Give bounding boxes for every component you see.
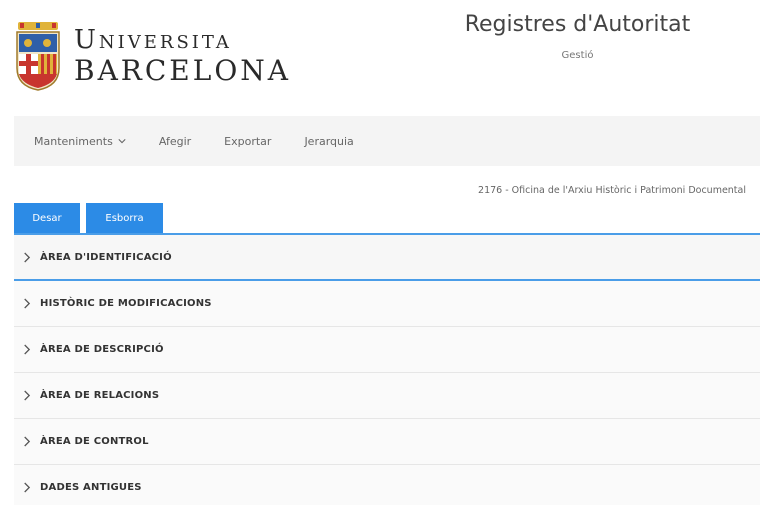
accordion-label: ÀREA DE CONTROL — [40, 436, 149, 447]
accordion-item-dades-antigues[interactable]: DADES ANTIGUES — [14, 465, 760, 505]
accordion-label: ÀREA D'IDENTIFICACIÓ — [40, 251, 172, 263]
accordion: ÀREA D'IDENTIFICACIÓ HISTÒRIC DE MODIFIC… — [14, 235, 760, 505]
header: Universita BARCELONA Registres d'Autorit… — [0, 0, 760, 112]
accordion-item-identificacio[interactable]: ÀREA D'IDENTIFICACIÓ — [14, 235, 760, 281]
chevron-right-icon — [24, 344, 31, 355]
app-title: Registres d'Autoritat — [464, 12, 691, 37]
nav-manteniments-label: Manteniments — [34, 134, 113, 148]
chevron-down-icon — [118, 139, 126, 144]
nav-afegir[interactable]: Afegir — [159, 135, 191, 148]
logo-line1: Universita — [74, 25, 232, 55]
accordion-label: DADES ANTIGUES — [40, 482, 142, 493]
logo-line2: BARCELONA — [74, 54, 292, 87]
logo-text: Universita BARCELONA — [74, 27, 291, 85]
accordion-label: HISTÒRIC DE MODIFICACIONS — [40, 298, 212, 309]
accordion-item-historic[interactable]: HISTÒRIC DE MODIFICACIONS — [14, 281, 760, 327]
chevron-right-icon — [24, 390, 31, 401]
nav-afegir-label: Afegir — [158, 134, 192, 148]
accordion-item-control[interactable]: ÀREA DE CONTROL — [14, 419, 760, 465]
record-label: 2176 - Oficina de l'Arxiu Històric i Pat… — [478, 185, 746, 196]
app-subtitle: Gestió — [561, 50, 594, 61]
accordion-label: ÀREA DE DESCRIPCIÓ — [40, 344, 164, 355]
chevron-right-icon — [24, 298, 31, 309]
nav-jerarquia-label: Jerarquia — [304, 134, 354, 148]
university-logo[interactable]: Universita BARCELONA — [14, 20, 291, 92]
nav-manteniments[interactable]: Manteniments — [34, 135, 126, 148]
nav-exportar[interactable]: Exportar — [224, 135, 271, 148]
save-button[interactable]: Desar — [14, 203, 80, 233]
nav-jerarquia[interactable]: Jerarquia — [304, 135, 353, 148]
delete-button[interactable]: Esborra — [86, 203, 163, 233]
chevron-right-icon — [24, 482, 31, 493]
chevron-right-icon — [24, 436, 31, 447]
accordion-item-descripcio[interactable]: ÀREA DE DESCRIPCIÓ — [14, 327, 760, 373]
nav-exportar-label: Exportar — [224, 134, 272, 148]
accordion-item-relacions[interactable]: ÀREA DE RELACIONS — [14, 373, 760, 419]
main-navbar: Manteniments Afegir Exportar Jerarquia — [14, 116, 760, 166]
accordion-label: ÀREA DE RELACIONS — [40, 390, 160, 401]
action-buttons: Desar Esborra — [14, 203, 169, 233]
chevron-right-icon — [24, 252, 31, 262]
shield-icon — [16, 22, 60, 91]
